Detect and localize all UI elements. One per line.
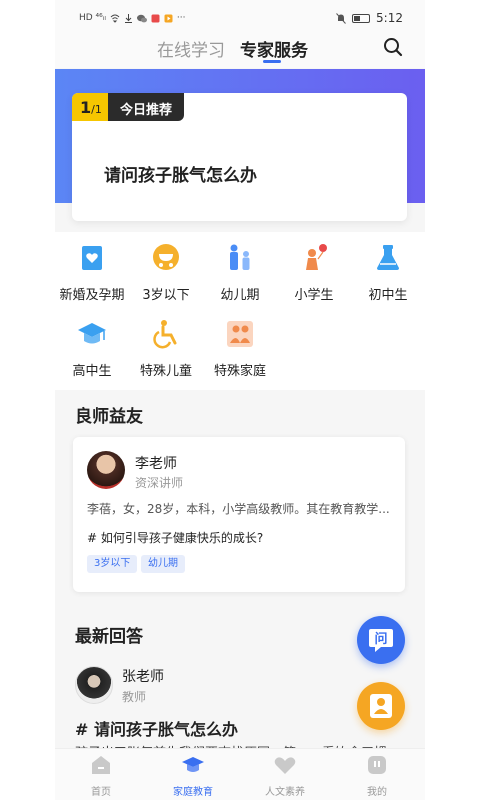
download-icon (124, 13, 132, 23)
family-icon (230, 244, 250, 270)
page-indicator: 1/1 (72, 93, 108, 121)
category-label: 幼儿期 (220, 288, 260, 303)
answer-teacher-role: 教师 (122, 690, 147, 704)
answer-teacher-name: 张老师 (122, 669, 164, 685)
family-frame-icon (227, 321, 253, 347)
wheelchair-icon (153, 320, 177, 349)
category-label: 特殊儿童 (139, 364, 192, 379)
tag-age-group[interactable]: 幼儿期 (141, 555, 185, 573)
category-item[interactable]: 高中生 (55, 308, 129, 379)
chat-bubble-icon: 问 (369, 629, 393, 652)
status-time: 5:12 (376, 11, 403, 25)
avatar (75, 666, 113, 704)
category-item[interactable]: 特殊家庭 (203, 308, 277, 379)
tab-online-learning[interactable]: 在线学习 (157, 36, 225, 61)
today-recommend-tag: 今日推荐 (108, 93, 184, 121)
play-notification-icon (164, 14, 173, 22)
network-indicator: HD ⁴⁶ᵢₗ (79, 13, 106, 23)
page-total: /1 (91, 103, 102, 116)
bottom-nav: 首页 家庭教育 人文素养 我的 (55, 748, 425, 800)
nav-label: 人文素养 (265, 787, 305, 798)
nav-label: 家庭教育 (173, 787, 213, 798)
top-tab-bar: 在线学习 专家服务 (55, 32, 425, 68)
recommendation-question[interactable]: 请问孩子胀气怎么办 (104, 161, 257, 186)
teacher-bio: 李蓓，女，28岁，本科，小学高级教师。其在教育教学... (87, 502, 390, 516)
heart-icon (274, 757, 296, 774)
nav-home[interactable]: 首页 (55, 753, 147, 798)
category-label: 高中生 (72, 364, 112, 379)
teacher-card[interactable]: 李老师 资深讲师 李蓓，女，28岁，本科，小学高级教师。其在教育教学... # … (73, 437, 405, 592)
ask-label: 问 (374, 631, 387, 647)
status-icons-right: 5:12 (336, 11, 403, 25)
section-title-teachers: 良师益友 (75, 407, 143, 427)
flask-icon (377, 245, 399, 270)
home-icon (92, 756, 110, 774)
wifi-icon (110, 14, 120, 23)
teacher-role: 资深讲师 (135, 476, 184, 490)
answer-question[interactable]: # 请问孩子胀气怎么办 (75, 716, 238, 740)
category-item[interactable]: 3岁以下 (129, 232, 203, 303)
category-item[interactable]: 小学生 (277, 232, 351, 303)
teacher-name: 李老师 (135, 456, 177, 472)
more-notifications: ··· (176, 13, 186, 23)
expert-icon (370, 694, 392, 718)
search-icon[interactable] (382, 36, 404, 58)
category-label: 特殊家庭 (213, 364, 266, 379)
category-item[interactable]: 幼儿期 (203, 232, 277, 303)
avatar (87, 451, 125, 489)
app-notification-icon (151, 14, 160, 22)
category-grid: 新婚及孕期 3岁以下 幼儿期 小学生 初中生 高中生 特殊儿童 特殊家庭 (55, 232, 425, 390)
nav-family-education[interactable]: 家庭教育 (147, 753, 239, 798)
battery-icon (352, 13, 371, 23)
nav-humanities[interactable]: 人文素养 (239, 753, 331, 798)
graduation-cap-icon (78, 323, 106, 344)
category-label: 初中生 (368, 288, 408, 303)
status-icons-left: HD ⁴⁶ᵢₗ ··· (79, 13, 185, 23)
consult-expert-button[interactable] (357, 682, 405, 730)
category-label: 小学生 (294, 288, 334, 303)
teacher-question[interactable]: # 如何引导孩子健康快乐的成长? (87, 529, 263, 546)
category-item[interactable]: 初中生 (351, 232, 425, 303)
book-heart-icon (82, 246, 102, 270)
page-current: 1 (80, 98, 92, 117)
recommendation-card[interactable]: 1/1 今日推荐 请问孩子胀气怎么办 (72, 93, 407, 221)
child-balloon-icon (306, 244, 327, 270)
profile-icon (368, 756, 386, 774)
wechat-icon (136, 14, 147, 22)
category-item[interactable]: 新婚及孕期 (55, 232, 129, 303)
graduation-cap-icon (182, 757, 204, 772)
tab-expert-service[interactable]: 专家服务 (240, 36, 308, 61)
tab-active-indicator (263, 60, 281, 63)
nav-label: 首页 (91, 787, 111, 798)
phone-screen: HD ⁴⁶ᵢₗ ··· 5:12 在线学习 专家服务 1/1 今日推荐 请问孩子… (55, 0, 425, 800)
section-title-answers: 最新回答 (75, 627, 143, 647)
category-label: 3岁以下 (142, 288, 190, 303)
stroller-icon (153, 244, 179, 270)
category-label: 新婚及孕期 (59, 288, 125, 303)
mute-bell-icon (336, 12, 346, 24)
nav-profile[interactable]: 我的 (331, 753, 423, 798)
nav-label: 我的 (367, 787, 387, 798)
tag-age-group[interactable]: 3岁以下 (87, 555, 138, 573)
ask-question-button[interactable]: 问 (357, 616, 405, 664)
category-item[interactable]: 特殊儿童 (129, 308, 203, 379)
